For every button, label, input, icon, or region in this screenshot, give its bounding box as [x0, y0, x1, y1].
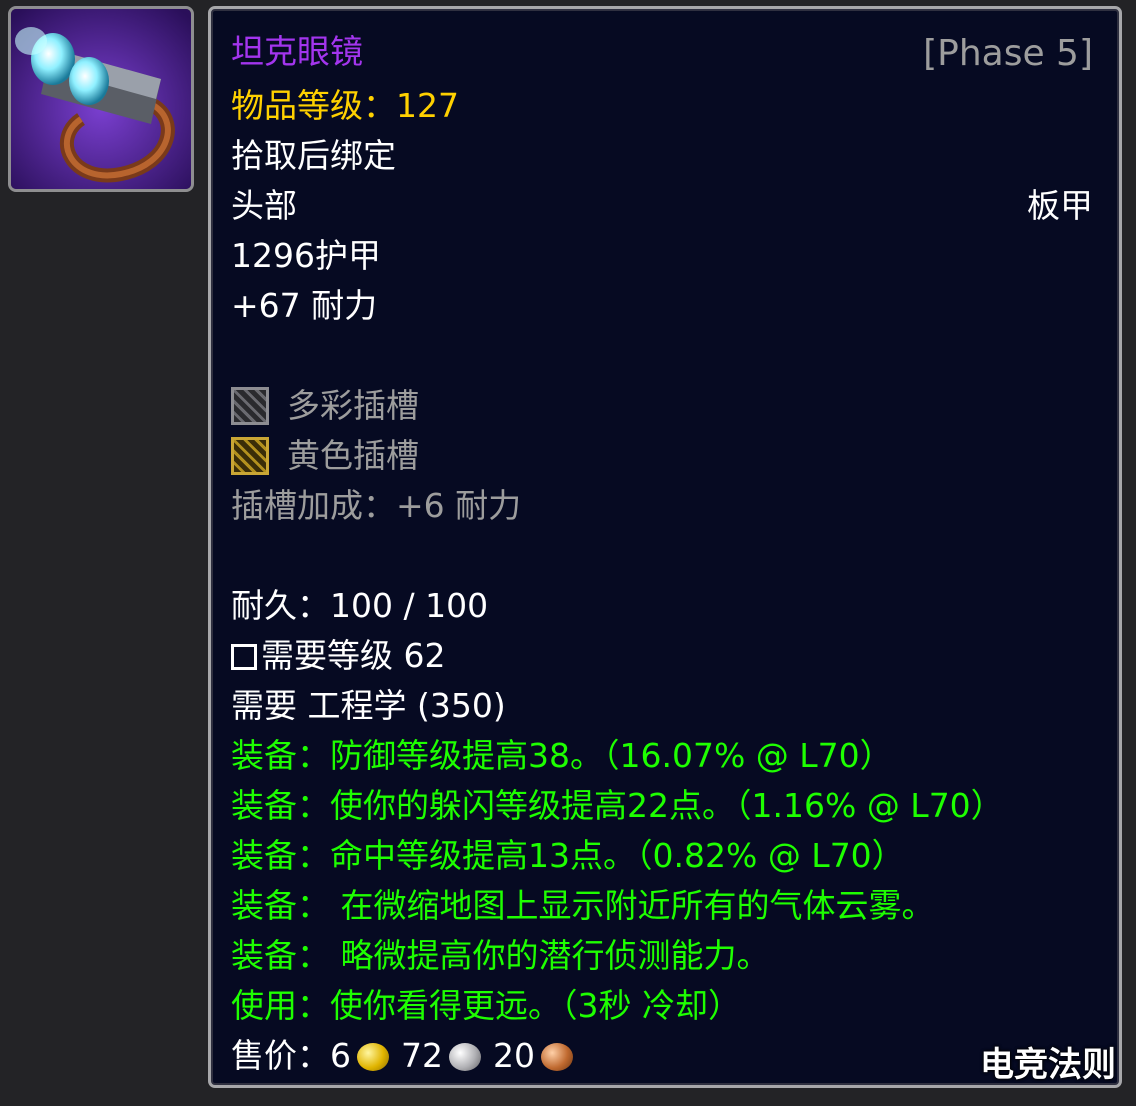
- meta-socket-icon: [231, 387, 269, 425]
- required-level: 需要等级 62: [231, 635, 445, 677]
- copper-amount: 20: [493, 1036, 535, 1075]
- required-skill: 需要 工程学 (350): [231, 686, 506, 725]
- copper-coin-icon: [541, 1043, 573, 1071]
- effect-gas-clouds: 装备： 在微缩地图上显示附近所有的气体云雾。: [231, 886, 935, 925]
- use-effect: 使用：使你看得更远。（3秒 冷却）: [231, 986, 741, 1025]
- armor-type-text: 板甲: [1027, 186, 1093, 225]
- slot-text: 头部: [231, 186, 297, 225]
- watermark: 电竞法则: [980, 1045, 1116, 1085]
- item-tooltip: 坦克眼镜 [Phase 5] 物品等级：127 拾取后绑定 头部 板甲 1296…: [208, 6, 1122, 1088]
- socket-yellow-label: 黄色插槽: [287, 436, 419, 475]
- sell-price-label: 售价：: [231, 1036, 330, 1075]
- required-level-text: 需要等级 62: [261, 636, 446, 675]
- item-icon[interactable]: [8, 6, 194, 192]
- stamina-stat: +67 耐力: [231, 286, 378, 325]
- silver-amount: 72: [401, 1036, 443, 1075]
- silver-coin-icon: [449, 1043, 481, 1071]
- item-name: 坦克眼镜: [231, 32, 363, 71]
- item-level-label: 物品等级：: [231, 86, 396, 125]
- checkbox-icon: [231, 644, 257, 670]
- sell-price: 售价：6 72 20: [231, 1035, 585, 1077]
- effect-hit: 装备：命中等级提高13点。（0.82% @ L70）: [231, 836, 905, 875]
- effect-defense: 装备：防御等级提高38。（16.07% @ L70）: [231, 736, 893, 775]
- phase-label: [Phase 5]: [923, 33, 1093, 74]
- socket-bonus: 插槽加成：+6 耐力: [231, 486, 522, 525]
- durability: 耐久：100 / 100: [231, 586, 489, 625]
- gold-amount: 6: [330, 1036, 351, 1075]
- socket-meta: 多彩插槽: [231, 385, 419, 427]
- yellow-socket-icon: [231, 437, 269, 475]
- socket-meta-label: 多彩插槽: [287, 386, 419, 425]
- effect-stealth-detection: 装备： 略微提高你的潜行侦测能力。: [231, 936, 770, 975]
- item-level: 物品等级：127: [231, 85, 459, 127]
- item-level-value: 127: [396, 86, 459, 125]
- goggles-icon: [11, 9, 191, 189]
- armor-value: 1296护甲: [231, 236, 381, 275]
- effect-dodge: 装备：使你的躲闪等级提高22点。（1.16% @ L70）: [231, 786, 1004, 825]
- binding-text: 拾取后绑定: [231, 136, 396, 175]
- gold-coin-icon: [357, 1043, 389, 1071]
- socket-yellow: 黄色插槽: [231, 435, 419, 477]
